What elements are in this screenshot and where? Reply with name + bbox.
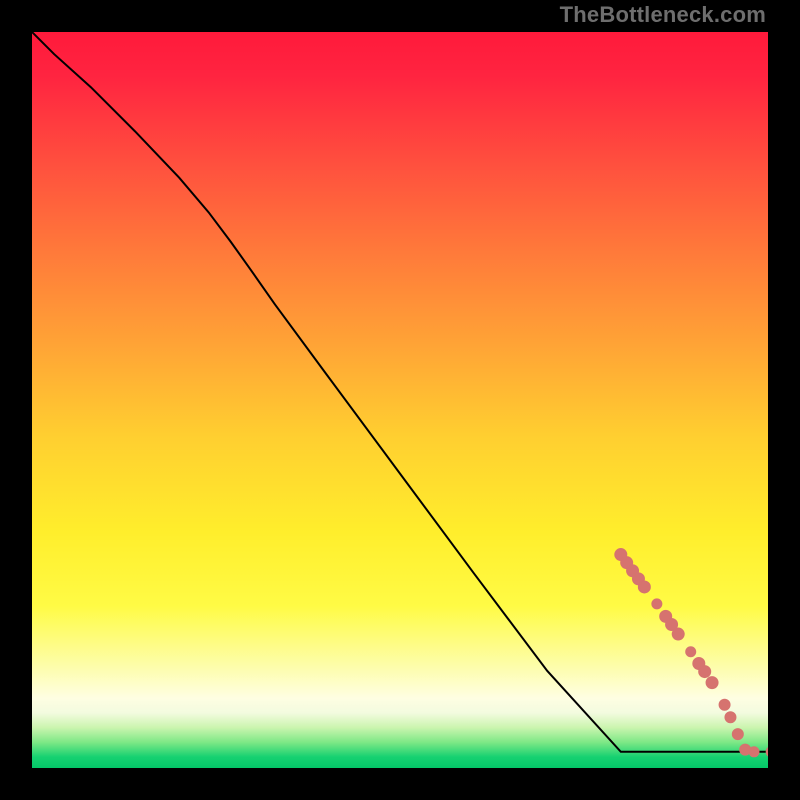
plot-area: [32, 32, 768, 768]
scatter-dot: [725, 712, 736, 723]
scatter-dots: [615, 549, 768, 758]
scatter-dot: [686, 647, 696, 657]
watermark-text: TheBottleneck.com: [560, 2, 766, 28]
scatter-dot: [719, 699, 730, 710]
chart-overlay: [32, 32, 768, 768]
scatter-dot: [749, 747, 759, 757]
scatter-dot: [638, 581, 650, 593]
scatter-dot: [706, 677, 718, 689]
chart-frame: TheBottleneck.com: [0, 0, 800, 800]
scatter-dot: [672, 628, 684, 640]
scatter-dot: [732, 729, 743, 740]
scatter-dot: [766, 746, 768, 757]
scatter-dot: [699, 666, 711, 678]
scatter-dot: [652, 599, 662, 609]
curve-line: [32, 32, 768, 752]
